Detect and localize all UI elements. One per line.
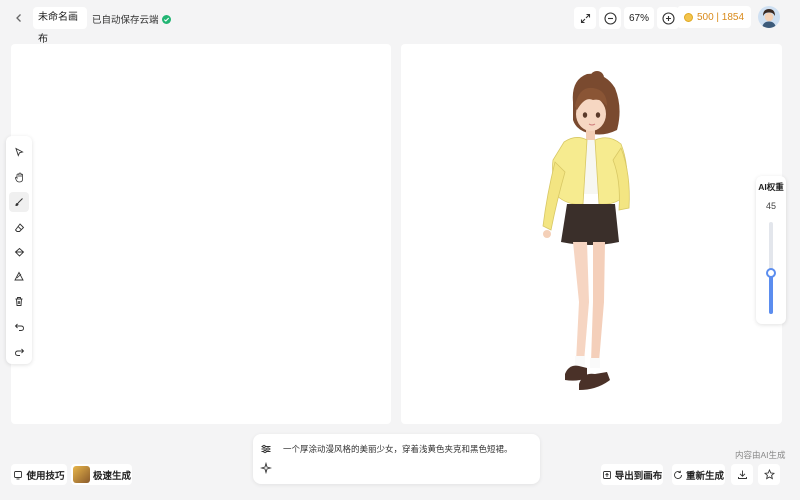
coin-icon — [683, 12, 693, 22]
select-tool[interactable] — [9, 143, 29, 163]
regenerate-button[interactable]: 重新生成 — [672, 464, 725, 485]
bucket-icon — [14, 247, 24, 257]
fast-generate-button[interactable]: 极速生成 — [71, 464, 132, 485]
generated-character-image — [542, 71, 630, 390]
expand-icon — [580, 13, 590, 23]
ai-weight-value: 45 — [765, 201, 776, 211]
eraser-tool[interactable] — [9, 217, 29, 237]
fill-tool[interactable] — [9, 242, 29, 262]
sliders-icon[interactable] — [260, 443, 272, 455]
eraser-icon — [14, 222, 24, 232]
chevron-left-icon — [16, 14, 21, 22]
export-label: 导出到画布 — [614, 470, 663, 482]
check-circle-icon — [161, 14, 171, 24]
regenerate-label: 重新生成 — [685, 470, 724, 482]
zoom-in-button[interactable] — [657, 7, 679, 29]
fast-generate-label: 极速生成 — [93, 470, 132, 482]
undo-icon — [14, 323, 24, 331]
fit-screen-button[interactable] — [574, 7, 596, 29]
back-button[interactable] — [10, 9, 28, 27]
credits-value: 500 | 1854 — [696, 11, 745, 23]
save-status-label: 已自动保存云端 — [92, 15, 159, 26]
credits-badge[interactable]: 500 | 1854 — [677, 6, 751, 28]
avatar[interactable] — [758, 6, 780, 28]
shape-tool[interactable] — [9, 267, 29, 287]
tips-button[interactable]: 使用技巧 — [11, 464, 67, 485]
tips-label: 使用技巧 — [26, 470, 65, 482]
plus-circle-icon — [661, 11, 675, 25]
zoom-out-button[interactable] — [599, 7, 621, 29]
pointer-icon — [15, 148, 24, 158]
ai-weight-thumb[interactable] — [766, 268, 776, 278]
star-icon — [763, 469, 775, 480]
export-icon — [602, 470, 611, 479]
download-button[interactable] — [731, 464, 753, 485]
ai-weight-fill — [769, 273, 773, 314]
zoom-controls: 67% — [574, 7, 679, 29]
undo-tool[interactable] — [9, 317, 29, 337]
refresh-icon — [674, 470, 682, 479]
brush-tool[interactable] — [9, 192, 29, 213]
prompt-box[interactable]: 一个厚涂动漫风格的美丽少女，穿着浅黄色夹克和黑色短裙。 — [253, 434, 540, 484]
drawing-toolbar — [6, 136, 32, 364]
minus-circle-icon — [603, 11, 617, 25]
top-bar: 未命名画布 已自动保存云端 67% 500 | 1854 — [0, 0, 800, 45]
clear-tool[interactable] — [9, 292, 29, 312]
hand-tool[interactable] — [9, 167, 29, 187]
ai-weight-panel: AI权重 45 — [756, 176, 786, 324]
prompt-text[interactable]: 一个厚涂动漫风格的美丽少女，穿着浅黄色夹克和黑色短裙。 — [283, 443, 513, 455]
favorite-button[interactable] — [758, 464, 780, 485]
generated-result-panel — [401, 44, 782, 424]
ai-weight-slider[interactable] — [766, 222, 776, 314]
ai-weight-title: AI权重 — [758, 182, 784, 192]
ai-content-note: 内容由AI生成 — [735, 450, 786, 460]
redo-icon — [14, 348, 24, 356]
canvas-title-field[interactable]: 未命名画布 — [33, 7, 87, 45]
zoom-level[interactable]: 67% — [624, 7, 654, 29]
redo-tool[interactable] — [9, 342, 29, 362]
user-avatar-icon — [758, 6, 780, 28]
lightbulb-icon — [14, 470, 23, 479]
sparkle-icon[interactable] — [260, 462, 272, 474]
save-status: 已自动保存云端 — [92, 12, 171, 26]
fast-generate-thumbnail — [73, 466, 90, 483]
download-icon — [737, 470, 747, 479]
export-to-canvas-button[interactable]: 导出到画布 — [601, 464, 663, 485]
shapes-icon — [13, 271, 24, 281]
drawing-canvas[interactable] — [11, 44, 391, 424]
hand-icon — [14, 172, 23, 183]
trash-icon — [15, 297, 23, 307]
brush-icon — [15, 198, 23, 207]
